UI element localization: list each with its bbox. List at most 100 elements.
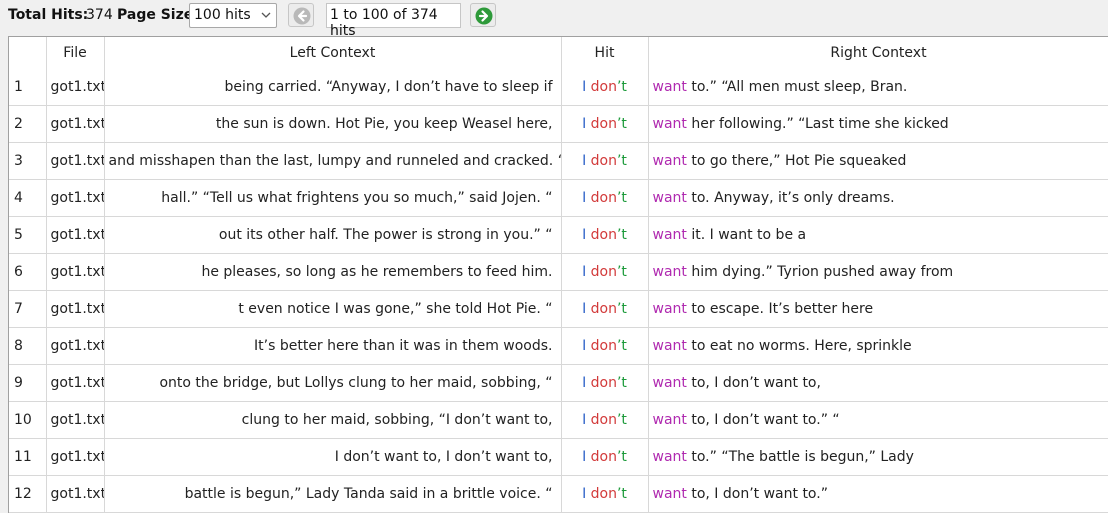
column-header-file[interactable]: File [46,37,105,69]
table-row[interactable]: 8 got1.txt It’s better here than it was in… [9,327,1108,365]
left-context-cell: It’s better here than it was in them woo… [104,327,562,365]
hit-word-t: ’t [616,449,627,465]
previous-page-button[interactable] [288,3,314,27]
right-context-text: to go there,” Hot Pie squeaked [686,153,907,169]
hit-cell: I don’t [561,179,649,217]
collocate-word: want [652,412,687,428]
hit-word-don: don [590,375,617,391]
hit-word-don: don [590,153,617,169]
left-context-cell: he pleases, so long as he remembers to f… [104,253,562,291]
file-cell: got1.txt [46,142,105,180]
hit-cell: I don’t [561,105,649,143]
table-row[interactable]: 5 got1.txt out its other half. The power i… [9,216,1108,254]
row-number: 11 [9,438,47,476]
collocate-word: want [652,116,687,132]
table-row[interactable]: 9 got1.txt onto the bridge, but Lollys clu… [9,364,1108,402]
page-size-label: Page Size [117,7,194,23]
arrow-left-circle-icon [293,7,311,25]
page-size-select[interactable]: 100 hits [189,3,277,28]
row-number: 5 [9,216,47,254]
page-size-value: 100 hits [194,7,251,23]
next-page-button[interactable] [470,3,496,27]
left-context-cell: the sun is down. Hot Pie, you keep Wease… [104,105,562,143]
file-cell: got1.txt [46,475,105,513]
hit-cell: I don’t [561,475,649,513]
collocate-word: want [652,153,687,169]
hit-range-text: 1 to 100 of 374 hits [330,7,438,39]
hit-word-don: don [590,79,617,95]
row-number: 4 [9,179,47,217]
hit-cell: I don’t [561,327,649,365]
collocate-word: want [652,486,687,502]
left-context-cell: out its other half. The power is strong … [104,216,562,254]
collocate-word: want [652,375,687,391]
collocate-word: want [652,301,687,317]
hit-word-don: don [590,449,617,465]
row-number: 1 [9,69,47,106]
hit-word-i: I [582,153,587,169]
total-hits-value: 374 [86,7,113,23]
table-row[interactable]: 4 got1.txt hall.” “Tell us what frightens … [9,179,1108,217]
table-row[interactable]: 6 got1.txt he pleases, so long as he remem… [9,253,1108,291]
hit-word-t: ’t [616,486,627,502]
hit-word-t: ’t [616,190,627,206]
hit-word-i: I [582,449,587,465]
table-header-row: File Left Context Hit Right Context [9,37,1108,69]
file-cell: got1.txt [46,438,105,476]
right-context-text: him dying.” Tyrion pushed away from [686,264,954,280]
file-cell: got1.txt [46,401,105,439]
table-row[interactable]: 11 got1.txt I don’t want to, I don’t want … [9,438,1108,476]
table-row[interactable]: 2 got1.txt the sun is down. Hot Pie, you k… [9,105,1108,143]
column-header-row-number[interactable] [9,37,47,69]
collocate-word: want [652,264,687,280]
hit-word-i: I [582,412,587,428]
column-header-right-context[interactable]: Right Context [648,37,1108,69]
file-cell: got1.txt [46,327,105,365]
row-number: 7 [9,290,47,328]
left-context-cell: and misshapen than the last, lumpy and r… [104,142,562,180]
row-number: 10 [9,401,47,439]
table-row[interactable]: 12 got1.txt battle is begun,” Lady Tanda s… [9,475,1108,513]
hit-word-i: I [582,264,587,280]
hit-cell: I don’t [561,438,649,476]
hit-cell: I don’t [561,253,649,291]
row-number: 3 [9,142,47,180]
row-number: 12 [9,475,47,513]
table-row[interactable]: 7 got1.txt t even notice I was gone,” she … [9,290,1108,328]
hit-word-i: I [582,338,587,354]
right-context-cell: want to.” “All men must sleep, Bran. [648,69,1108,106]
hit-word-i: I [582,486,587,502]
hit-cell: I don’t [561,216,649,254]
file-cell: got1.txt [46,105,105,143]
file-cell: got1.txt [46,216,105,254]
hit-word-i: I [582,227,587,243]
total-hits-label: Total Hits: [8,7,89,23]
column-header-left-context[interactable]: Left Context [104,37,562,69]
hit-word-i: I [582,190,587,206]
left-context-cell: onto the bridge, but Lollys clung to her… [104,364,562,402]
right-context-cell: want him dying.” Tyrion pushed away from [648,253,1108,291]
hit-word-t: ’t [616,301,627,317]
right-context-cell: want to eat no worms. Here, sprinkle [648,327,1108,365]
right-context-text: to. Anyway, it’s only dreams. [686,190,895,206]
right-context-text: to escape. It’s better here [686,301,874,317]
arrow-right-circle-icon [475,7,493,25]
table-row[interactable]: 3 got1.txt and misshapen than the last, lu… [9,142,1108,180]
right-context-text: to, I don’t want to.” “ [686,412,840,428]
hit-word-don: don [590,264,617,280]
hit-word-t: ’t [616,227,627,243]
hit-word-i: I [582,375,587,391]
table-row[interactable]: 10 got1.txt clung to her maid, sobbing, “I… [9,401,1108,439]
collocate-word: want [652,227,687,243]
column-header-hit[interactable]: Hit [561,37,649,69]
concordance-table: File Left Context Hit Right Context 1 got… [8,36,1108,513]
hit-word-t: ’t [616,116,627,132]
hit-range-display: 1 to 100 of 374 hits [326,3,461,39]
hit-cell: I don’t [561,401,649,439]
hit-word-i: I [582,116,587,132]
left-context-cell: t even notice I was gone,” she told Hot … [104,290,562,328]
file-cell: got1.txt [46,364,105,402]
table-row[interactable]: 1 got1.txt being carried. “Anyway, I don’t… [9,69,1108,106]
right-context-text: to.” “All men must sleep, Bran. [686,79,908,95]
hit-word-t: ’t [616,412,627,428]
